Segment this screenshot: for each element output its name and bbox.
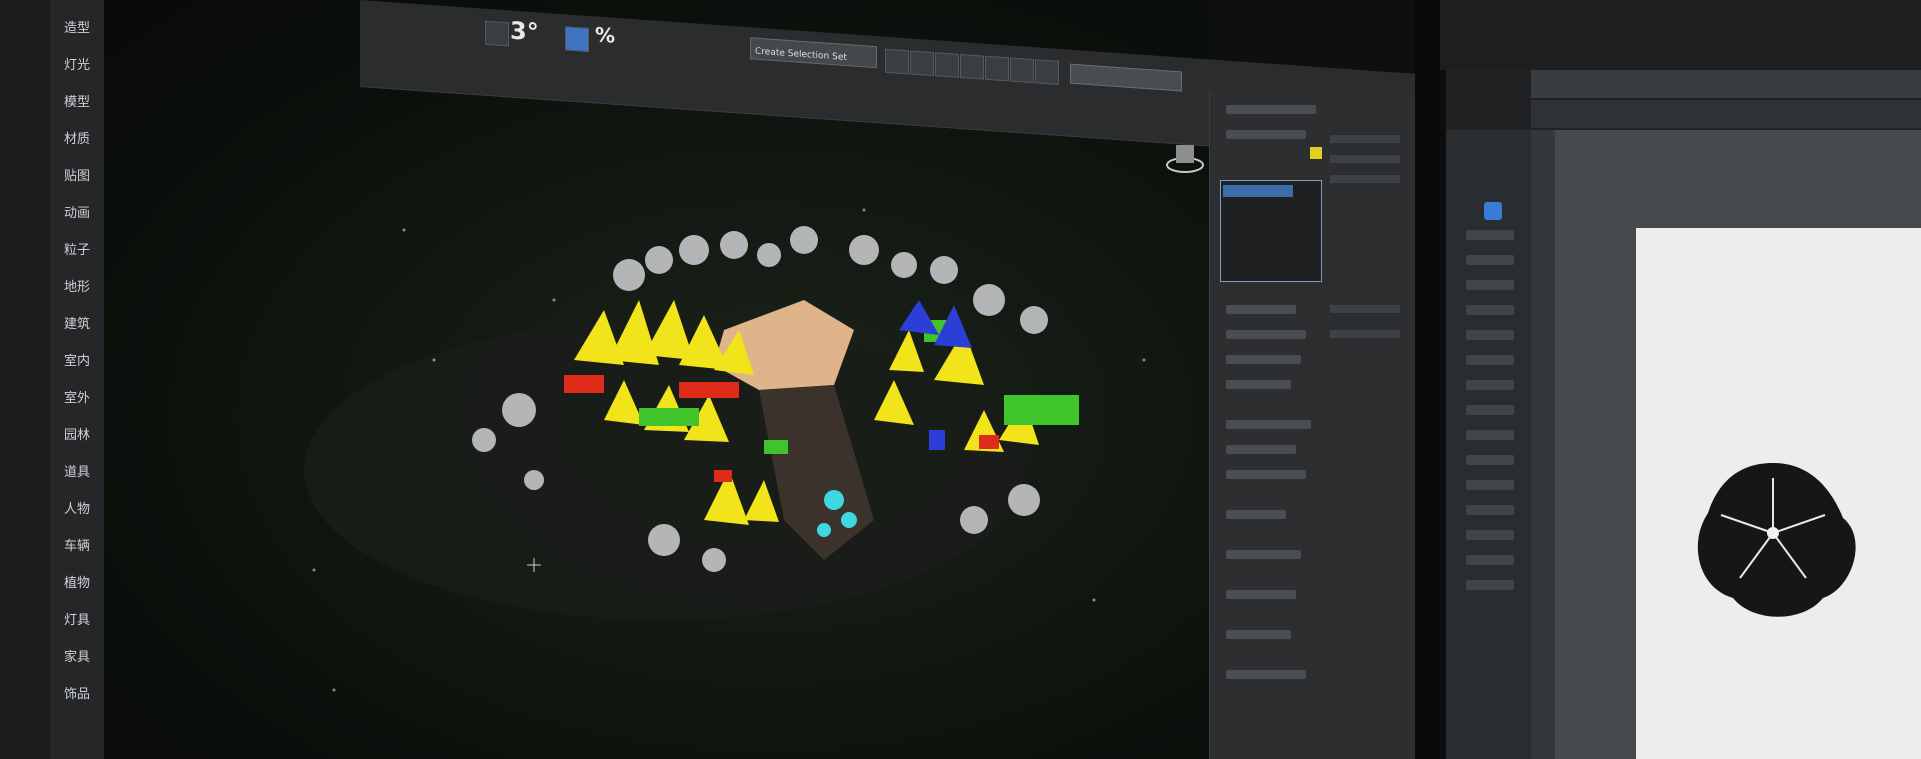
tree-item[interactable] [1466, 280, 1514, 290]
sidebar-item[interactable]: 灯光 [50, 47, 104, 84]
tree-item[interactable] [1466, 355, 1514, 365]
angle-snap-readout: 3° [510, 16, 539, 47]
parameter-row[interactable] [1226, 355, 1301, 364]
tree-item[interactable] [1466, 380, 1514, 390]
flower-icon [1697, 463, 1856, 617]
options-row[interactable] [1330, 305, 1400, 313]
right-monitor [1440, 70, 1921, 759]
viewcube-shape [1166, 145, 1204, 173]
options-row[interactable] [1330, 155, 1400, 163]
tools-bar[interactable] [1531, 130, 1555, 759]
object-color-swatch[interactable] [1310, 147, 1322, 159]
tree-item[interactable] [1466, 430, 1514, 440]
monitor-gap [1415, 0, 1440, 759]
sidebar-item[interactable]: 室外 [50, 380, 104, 417]
tree-item[interactable] [1466, 580, 1514, 590]
sidebar-item[interactable]: 灯具 [50, 602, 104, 639]
tree-item[interactable] [1466, 305, 1514, 315]
sidebar-item[interactable]: 造型 [50, 10, 104, 47]
mirror-icon[interactable] [885, 48, 909, 75]
parameter-row[interactable] [1226, 445, 1296, 454]
parameter-row[interactable] [1226, 380, 1291, 389]
material-editor-icon[interactable] [1010, 57, 1034, 84]
left-monitor: 造型 灯光 模型 材质 贴图 动画 粒子 地形 建筑 室内 室外 园林 道具 人… [0, 0, 1425, 759]
select-move-icon[interactable] [485, 20, 509, 47]
options-row[interactable] [1330, 175, 1400, 183]
sidebar-item[interactable]: 室内 [50, 343, 104, 380]
object-name-field[interactable] [1226, 130, 1306, 139]
tree-item[interactable] [1466, 255, 1514, 265]
command-panel [1209, 90, 1415, 759]
curve-editor-icon[interactable] [960, 53, 984, 80]
viewcube-icon[interactable] [1163, 135, 1207, 179]
parameters-rollout[interactable] [1226, 305, 1296, 314]
sidebar-item[interactable]: 车辆 [50, 528, 104, 565]
monitor-bezel [0, 0, 50, 759]
parameter-row[interactable] [1226, 550, 1301, 559]
parameter-row[interactable] [1226, 510, 1286, 519]
category-sidebar: 造型 灯光 模型 材质 贴图 动画 粒子 地形 建筑 室内 室外 园林 道具 人… [50, 0, 105, 759]
parameter-row[interactable] [1226, 670, 1306, 679]
selection-set-dropdown[interactable]: Create Selection Set [750, 37, 877, 69]
sidebar-item[interactable]: 建筑 [50, 306, 104, 343]
sidebar-item[interactable]: 道具 [50, 454, 104, 491]
document-canvas[interactable] [1636, 228, 1921, 759]
parameter-row[interactable] [1226, 330, 1306, 339]
schematic-icon[interactable] [985, 55, 1009, 82]
sidebar-item[interactable]: 动画 [50, 195, 104, 232]
tree-item[interactable] [1466, 330, 1514, 340]
toolbar-search-field[interactable] [1070, 63, 1182, 92]
tree-item[interactable] [1466, 530, 1514, 540]
modifier-stack-list[interactable] [1220, 180, 1322, 282]
panel-tabs[interactable] [1226, 105, 1316, 114]
sidebar-item[interactable]: 粒子 [50, 232, 104, 269]
tree-item[interactable] [1466, 505, 1514, 515]
parameter-row[interactable] [1226, 420, 1311, 429]
sidebar-item[interactable]: 人物 [50, 491, 104, 528]
tree-item[interactable] [1466, 455, 1514, 465]
parameter-row[interactable] [1226, 590, 1296, 599]
layer-icon[interactable] [935, 52, 959, 78]
parameter-row[interactable] [1226, 630, 1291, 639]
snap-toggle-icon[interactable] [565, 26, 589, 53]
modifier-stack-selected-item[interactable] [1223, 185, 1293, 197]
options-row[interactable] [1330, 330, 1400, 338]
menu-bar[interactable] [1531, 70, 1921, 98]
parameter-row[interactable] [1226, 470, 1306, 479]
sidebar-item[interactable]: 模型 [50, 84, 104, 121]
render-setup-icon[interactable] [1035, 59, 1059, 85]
tree-item[interactable] [1466, 405, 1514, 415]
sidebar-item[interactable]: 饰品 [50, 676, 104, 713]
sidebar-item[interactable]: 家具 [50, 639, 104, 676]
options-bar[interactable] [1531, 100, 1921, 128]
options-row[interactable] [1330, 135, 1400, 143]
sidebar-item[interactable]: 地形 [50, 269, 104, 306]
tree-item[interactable] [1466, 555, 1514, 565]
percent-snap-readout: % [595, 22, 616, 48]
sidebar-item[interactable]: 贴图 [50, 158, 104, 195]
tree-item[interactable] [1466, 230, 1514, 240]
selection-set-label: Create Selection Set [755, 46, 847, 64]
tree-item[interactable] [1466, 480, 1514, 490]
sidebar-item[interactable]: 材质 [50, 121, 104, 158]
sidebar-item[interactable]: 植物 [50, 565, 104, 602]
app-logo-icon [1484, 202, 1502, 220]
file-tree-panel [1446, 130, 1531, 759]
align-icon[interactable] [910, 50, 934, 77]
sidebar-item[interactable]: 园林 [50, 417, 104, 454]
